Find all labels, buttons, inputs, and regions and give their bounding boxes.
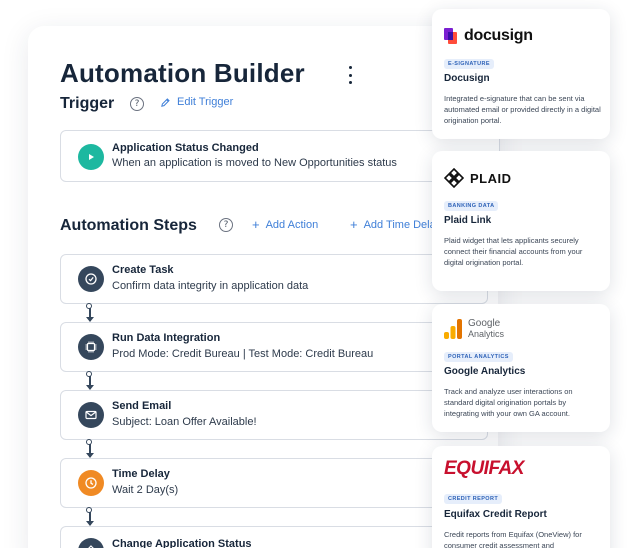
edit-trigger-label: Edit Trigger [177,96,234,108]
step-connector [86,371,94,390]
steps-help-icon[interactable]: ? [219,218,233,232]
add-time-delay-label: Add Time Delay [363,218,442,231]
step-subtitle: Confirm data integrity in application da… [112,280,309,292]
plaid-logo: PLAID [444,163,512,193]
equifax-logo: EQUIFAX [444,454,524,484]
step-card-send-email[interactable]: Send Email Subject: Loan Offer Available… [60,390,488,440]
docusign-wordmark: docusign [464,27,533,44]
status-icon [78,538,104,548]
integration-title: Docusign [444,73,490,84]
step-subtitle: Subject: Loan Offer Available! [112,416,257,428]
integration-card-google-analytics[interactable]: Google Analytics PORTAL ANALYTICS Google… [432,304,610,432]
category-badge: BANKING DATA [444,201,499,211]
analytics-bars-icon [444,319,462,339]
equifax-wordmark: EQUIFAX [444,458,524,479]
docusign-logo: docusign [444,21,533,51]
trigger-title: Application Status Changed [112,142,259,154]
integration-card-plaid[interactable]: PLAID BANKING DATA Plaid Link Plaid widg… [432,151,610,291]
google-wordmark: Google [468,318,501,329]
step-title: Send Email [112,400,172,412]
add-action-label: Add Action [265,218,319,231]
add-time-delay-button[interactable]: + Add Time Delay [350,218,441,231]
integration-card-docusign[interactable]: docusign E-SIGNATURE Docusign Integrated… [432,9,610,139]
trigger-heading: Trigger [60,95,115,112]
step-card-create-task[interactable]: Create Task Confirm data integrity in ap… [60,254,488,304]
plaid-wordmark: PLAID [470,170,512,186]
chip-icon [78,334,104,360]
step-connector [86,439,94,458]
plus-icon: + [350,217,358,232]
integration-description: Integrated e-signature that can be sent … [444,94,601,125]
integration-title: Plaid Link [444,215,492,226]
integration-description: Plaid widget that lets applicants secure… [444,236,583,267]
play-icon [78,144,104,170]
edit-trigger-link[interactable]: Edit Trigger [160,96,233,108]
step-subtitle: Wait 2 Day(s) [112,484,179,496]
envelope-icon [78,402,104,428]
docusign-mark-icon [444,28,457,44]
more-options-icon[interactable] [344,66,356,84]
step-connector [86,303,94,322]
integration-card-equifax[interactable]: EQUIFAX CREDIT REPORT Equifax Credit Rep… [432,446,610,548]
trigger-help-icon[interactable]: ? [130,97,144,111]
step-card-run-data-integration[interactable]: Run Data Integration Prod Mode: Credit B… [60,322,488,372]
integration-description: Track and analyze user interactions on s… [444,387,573,418]
page-title: Automation Builder [60,58,305,88]
trigger-subtitle: When an application is moved to New Oppo… [112,157,397,169]
plaid-mark-icon [444,168,464,188]
clock-check-icon [78,266,104,292]
add-action-button[interactable]: + Add Action [252,218,318,231]
pencil-icon [161,97,170,107]
step-connector [86,507,94,526]
step-subtitle: Prod Mode: Credit Bureau | Test Mode: Cr… [112,348,374,360]
step-title: Create Task [112,264,174,276]
step-card-time-delay[interactable]: Time Delay Wait 2 Day(s) [60,458,488,508]
integration-description: Credit reports from Equifax (OneView) fo… [444,530,582,548]
step-title: Change Application Status [112,538,252,548]
plus-icon: + [252,217,260,232]
category-badge: E-SIGNATURE [444,59,494,69]
steps-heading: Automation Steps [60,217,197,234]
analytics-wordmark: Analytics [468,329,505,339]
step-title: Run Data Integration [112,332,221,344]
category-badge: CREDIT REPORT [444,494,503,504]
step-card-change-application-status[interactable]: Change Application Status [60,526,488,548]
integration-title: Equifax Credit Report [444,509,547,520]
integration-title: Google Analytics [444,366,526,377]
google-analytics-logo: Google Analytics [444,314,504,344]
step-title: Time Delay [112,468,170,480]
timer-icon [78,470,104,496]
category-badge: PORTAL ANALYTICS [444,352,513,362]
